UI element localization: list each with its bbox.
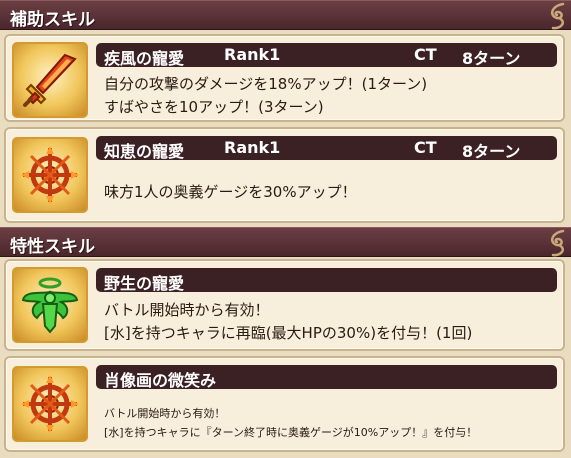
fire-sigil-icon: [21, 375, 79, 433]
flame-sword-icon: [23, 53, 77, 107]
skill-name-bar: 野生の寵愛: [96, 268, 557, 293]
ornament-swirl-icon: [550, 229, 565, 257]
ct-value: 8ターン: [462, 49, 521, 68]
green-winged-angel-icon: [21, 277, 79, 334]
skill-rank: Rank1: [224, 138, 281, 157]
skill-card-shippu[interactable]: 疾風の寵愛 Rank1 CT 8ターン 自分の攻撃のダメージを18%アップ！(1…: [4, 34, 565, 122]
skill-name: 肖像画の微笑み: [104, 371, 217, 390]
ct-label: CT: [414, 45, 437, 64]
skill-desc-line: バトル開始時から有効！: [104, 407, 226, 420]
skill-name: 知恵の寵愛: [104, 142, 185, 161]
support-skills-title: 補助スキル: [10, 10, 95, 30]
skill-desc-line: すばやさを10アップ！(3ターン): [104, 98, 324, 116]
trait-skills-header: 特性スキル: [0, 227, 571, 257]
trait-skills-title: 特性スキル: [10, 237, 95, 257]
ct-value: 8ターン: [462, 142, 521, 161]
skill-desc-line: [水]を持つキャラに『ターン終了時に奥義ゲージが10%アップ！』を付与！: [104, 426, 478, 439]
fire-sigil-icon: [21, 146, 79, 204]
skill-name-bar: 知恵の寵愛 Rank1 CT 8ターン: [96, 136, 557, 161]
skill-desc-line: 味方1人の奥義ゲージを30%アップ！: [104, 183, 357, 201]
skill-name-bar: 肖像画の微笑み: [96, 365, 557, 390]
skill-name: 疾風の寵愛: [104, 49, 185, 68]
skill-icon-frame: [12, 366, 88, 442]
ct-label: CT: [414, 138, 437, 157]
skill-rank: Rank1: [224, 45, 281, 64]
skill-icon-frame: [12, 267, 88, 343]
skill-card-yasei[interactable]: 野生の寵愛 バトル開始時から有効！ [水]を持つキャラに再臨(最大HPの30%)…: [4, 259, 565, 351]
skill-icon-frame: [12, 42, 88, 118]
skill-card-chie[interactable]: 知恵の寵愛 Rank1 CT 8ターン 味方1人の奥義ゲージを30%アップ！: [4, 127, 565, 223]
skill-name-bar: 疾風の寵愛 Rank1 CT 8ターン: [96, 43, 557, 68]
skill-name: 野生の寵愛: [104, 274, 185, 293]
skill-desc-line: [水]を持つキャラに再臨(最大HPの30%)を付与！(1回): [104, 324, 473, 342]
skill-icon-frame: [12, 137, 88, 213]
skill-desc-line: 自分の攻撃のダメージを18%アップ！(1ターン): [104, 75, 428, 93]
skill-card-shouzouga[interactable]: 肖像画の微笑み バトル開始時から有効！ [水]を持つキャラに『ターン終了時に奥義…: [4, 356, 565, 452]
skill-desc-line: バトル開始時から有効！: [104, 301, 270, 319]
support-skills-header: 補助スキル: [0, 0, 571, 30]
ornament-swirl-icon: [550, 2, 565, 30]
